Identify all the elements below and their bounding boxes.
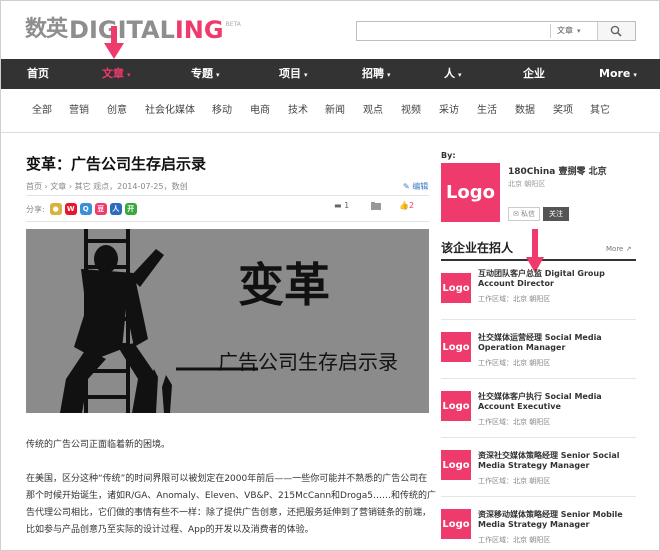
folder-icon[interactable] [371,202,381,210]
edit-link[interactable]: ✎ 编辑 [403,181,428,192]
search-scope-select[interactable]: 文章 ▾ [550,24,596,38]
by-label: By: [441,151,456,160]
job-title[interactable]: 社交媒体客户执行 Social Media Account Executive [478,392,638,412]
chevron-down-icon: ▾ [304,71,308,79]
job-company-logo: Logo [441,273,471,303]
job-title[interactable]: 互动团队客户总监 Digital Group Account Director [478,269,638,289]
subnav-life[interactable]: 生活 [477,89,497,133]
subnav-video[interactable]: 视频 [401,89,421,133]
wechat-icon[interactable]: ● [49,203,62,215]
follow-button[interactable]: 关注 [543,207,569,221]
job-item[interactable]: Logo 社交媒体运营经理 Social Media Operation Man… [441,320,636,379]
arrow-up-right-icon: ↗ [625,245,632,253]
nav-projects[interactable]: 项目 ▾ [279,59,308,89]
site-logo[interactable]: 数英 DIGITALING BETA [25,15,241,45]
renren-icon[interactable]: 人 [109,203,122,215]
article-paragraph: 在美国，区分这种“传统”的时间界限可以被划定在2000年前后——一些你可能并不熟… [26,474,436,535]
subnav-tech[interactable]: 技术 [288,89,308,133]
subnav-awards[interactable]: 奖项 [553,89,573,133]
share-label: 分享: [26,204,45,214]
company-location: 北京 朝阳区 [508,180,546,188]
weibo-icon[interactable]: W [64,203,77,215]
article-title: 变革：广告公司生存启示录 [26,155,207,173]
sub-nav: 全部 营销 创意 社会化媒体 移动 电商 技术 新闻 观点 视频 采访 生活 数… [1,89,660,133]
qq-weibo-icon[interactable]: Q [79,203,92,215]
kaixin-icon[interactable]: 开 [124,203,137,215]
job-location: 工作区域：北京 朝阳区 [478,477,551,485]
company-name[interactable]: 180China 壹捌零 北京 [508,164,607,177]
subnav-other[interactable]: 其它 [590,89,610,133]
job-title[interactable]: 社交媒体运营经理 Social Media Operation Manager [478,333,638,353]
job-company-logo: Logo [441,332,471,362]
job-title[interactable]: 资深社交媒体策略经理 Senior Social Media Strategy … [478,451,638,471]
job-item[interactable]: Logo 资深移动媒体策略经理 Senior Mobile Media Stra… [441,497,636,551]
logo-cn-text: 数英 [25,17,68,42]
douban-icon[interactable]: 豆 [94,203,107,215]
mail-icon: ✉ [512,210,519,218]
job-company-logo: Logo [441,391,471,421]
chevron-down-icon: ▾ [458,71,462,79]
like-button[interactable]: 👍2 [399,201,414,210]
pencil-icon: ✎ [403,182,410,191]
subnav-mobile[interactable]: 移动 [212,89,232,133]
job-company-logo: Logo [441,509,471,539]
chevron-down-icon: ▾ [577,27,581,35]
comment-count[interactable]: ▬ 1 [334,201,349,210]
chevron-down-icon: ▾ [387,71,391,79]
job-location: 工作区域：北京 朝阳区 [478,536,551,544]
subnav-all[interactable]: 全部 [32,89,52,133]
subnav-data[interactable]: 数据 [515,89,535,133]
company-logo[interactable]: Logo [441,163,500,222]
job-item[interactable]: Logo 互动团队客户总监 Digital Group Account Dire… [441,261,636,320]
hero-subtitle-text: 广告公司生存启示录 [218,350,398,374]
beta-badge: BETA [225,21,241,28]
hero-title-text: 变革 [238,258,330,312]
chevron-down-icon: ▾ [633,71,637,79]
subnav-news[interactable]: 新闻 [325,89,345,133]
search-button[interactable] [597,22,635,40]
job-location: 工作区域：北京 朝阳区 [478,359,551,367]
subnav-marketing[interactable]: 营销 [69,89,89,133]
thumbs-up-icon: 👍 [399,201,409,210]
job-item[interactable]: Logo 社交媒体客户执行 Social Media Account Execu… [441,379,636,438]
subnav-social-media[interactable]: 社会化媒体 [145,89,195,133]
nav-companies[interactable]: 企业 [523,59,545,89]
job-item[interactable]: Logo 资深社交媒体策略经理 Senior Social Media Stra… [441,438,636,497]
article-hero-image: 变革 广告公司生存启示录 [26,229,429,413]
nav-people[interactable]: 人 ▾ [444,59,462,89]
job-location: 工作区域：北京 朝阳区 [478,418,551,426]
job-location: 工作区域：北京 朝阳区 [478,295,551,303]
nav-topics[interactable]: 专题 ▾ [191,59,220,89]
subnav-interview[interactable]: 采访 [439,89,459,133]
article-paragraph: 传统的广告公司正面临着新的困境。 [26,440,171,450]
nav-jobs[interactable]: 招聘 ▾ [362,59,391,89]
share-row: 分享: ● W Q 豆 人 开 [26,200,137,218]
search-bar[interactable]: 文章 ▾ [356,21,636,41]
article-meta: 首页 › 文章 › 其它 观点，2014-07-25，数创 [26,182,188,191]
nav-articles[interactable]: 文章 ▾ [102,59,131,89]
divider [26,195,429,196]
chevron-down-icon: ▾ [216,71,220,79]
comment-icon: ▬ [334,201,342,210]
hero-illustration: 变革 广告公司生存启示录 [26,229,429,413]
nav-home[interactable]: 首页 [27,59,49,89]
chevron-down-icon: ▾ [127,71,131,79]
job-company-logo: Logo [441,450,471,480]
subnav-creative[interactable]: 创意 [107,89,127,133]
annotation-arrow [104,26,124,59]
jobs-more-link[interactable]: More ↗ [606,245,631,253]
logo-en-text: DIGITALING [69,16,224,44]
search-icon [610,25,622,37]
jobs-section-title: 该企业在招人 [441,241,514,255]
main-nav: 首页 文章 ▾ 专题 ▾ 项目 ▾ 招聘 ▾ 人 ▾ 企业 More ▾ [1,59,660,89]
subnav-opinion[interactable]: 观点 [363,89,383,133]
nav-more[interactable]: More ▾ [599,59,637,89]
job-title[interactable]: 资深移动媒体策略经理 Senior Mobile Media Strategy … [478,510,638,530]
divider [26,221,429,222]
subnav-ecommerce[interactable]: 电商 [250,89,270,133]
message-button[interactable]: ✉ 私信 [508,207,540,221]
